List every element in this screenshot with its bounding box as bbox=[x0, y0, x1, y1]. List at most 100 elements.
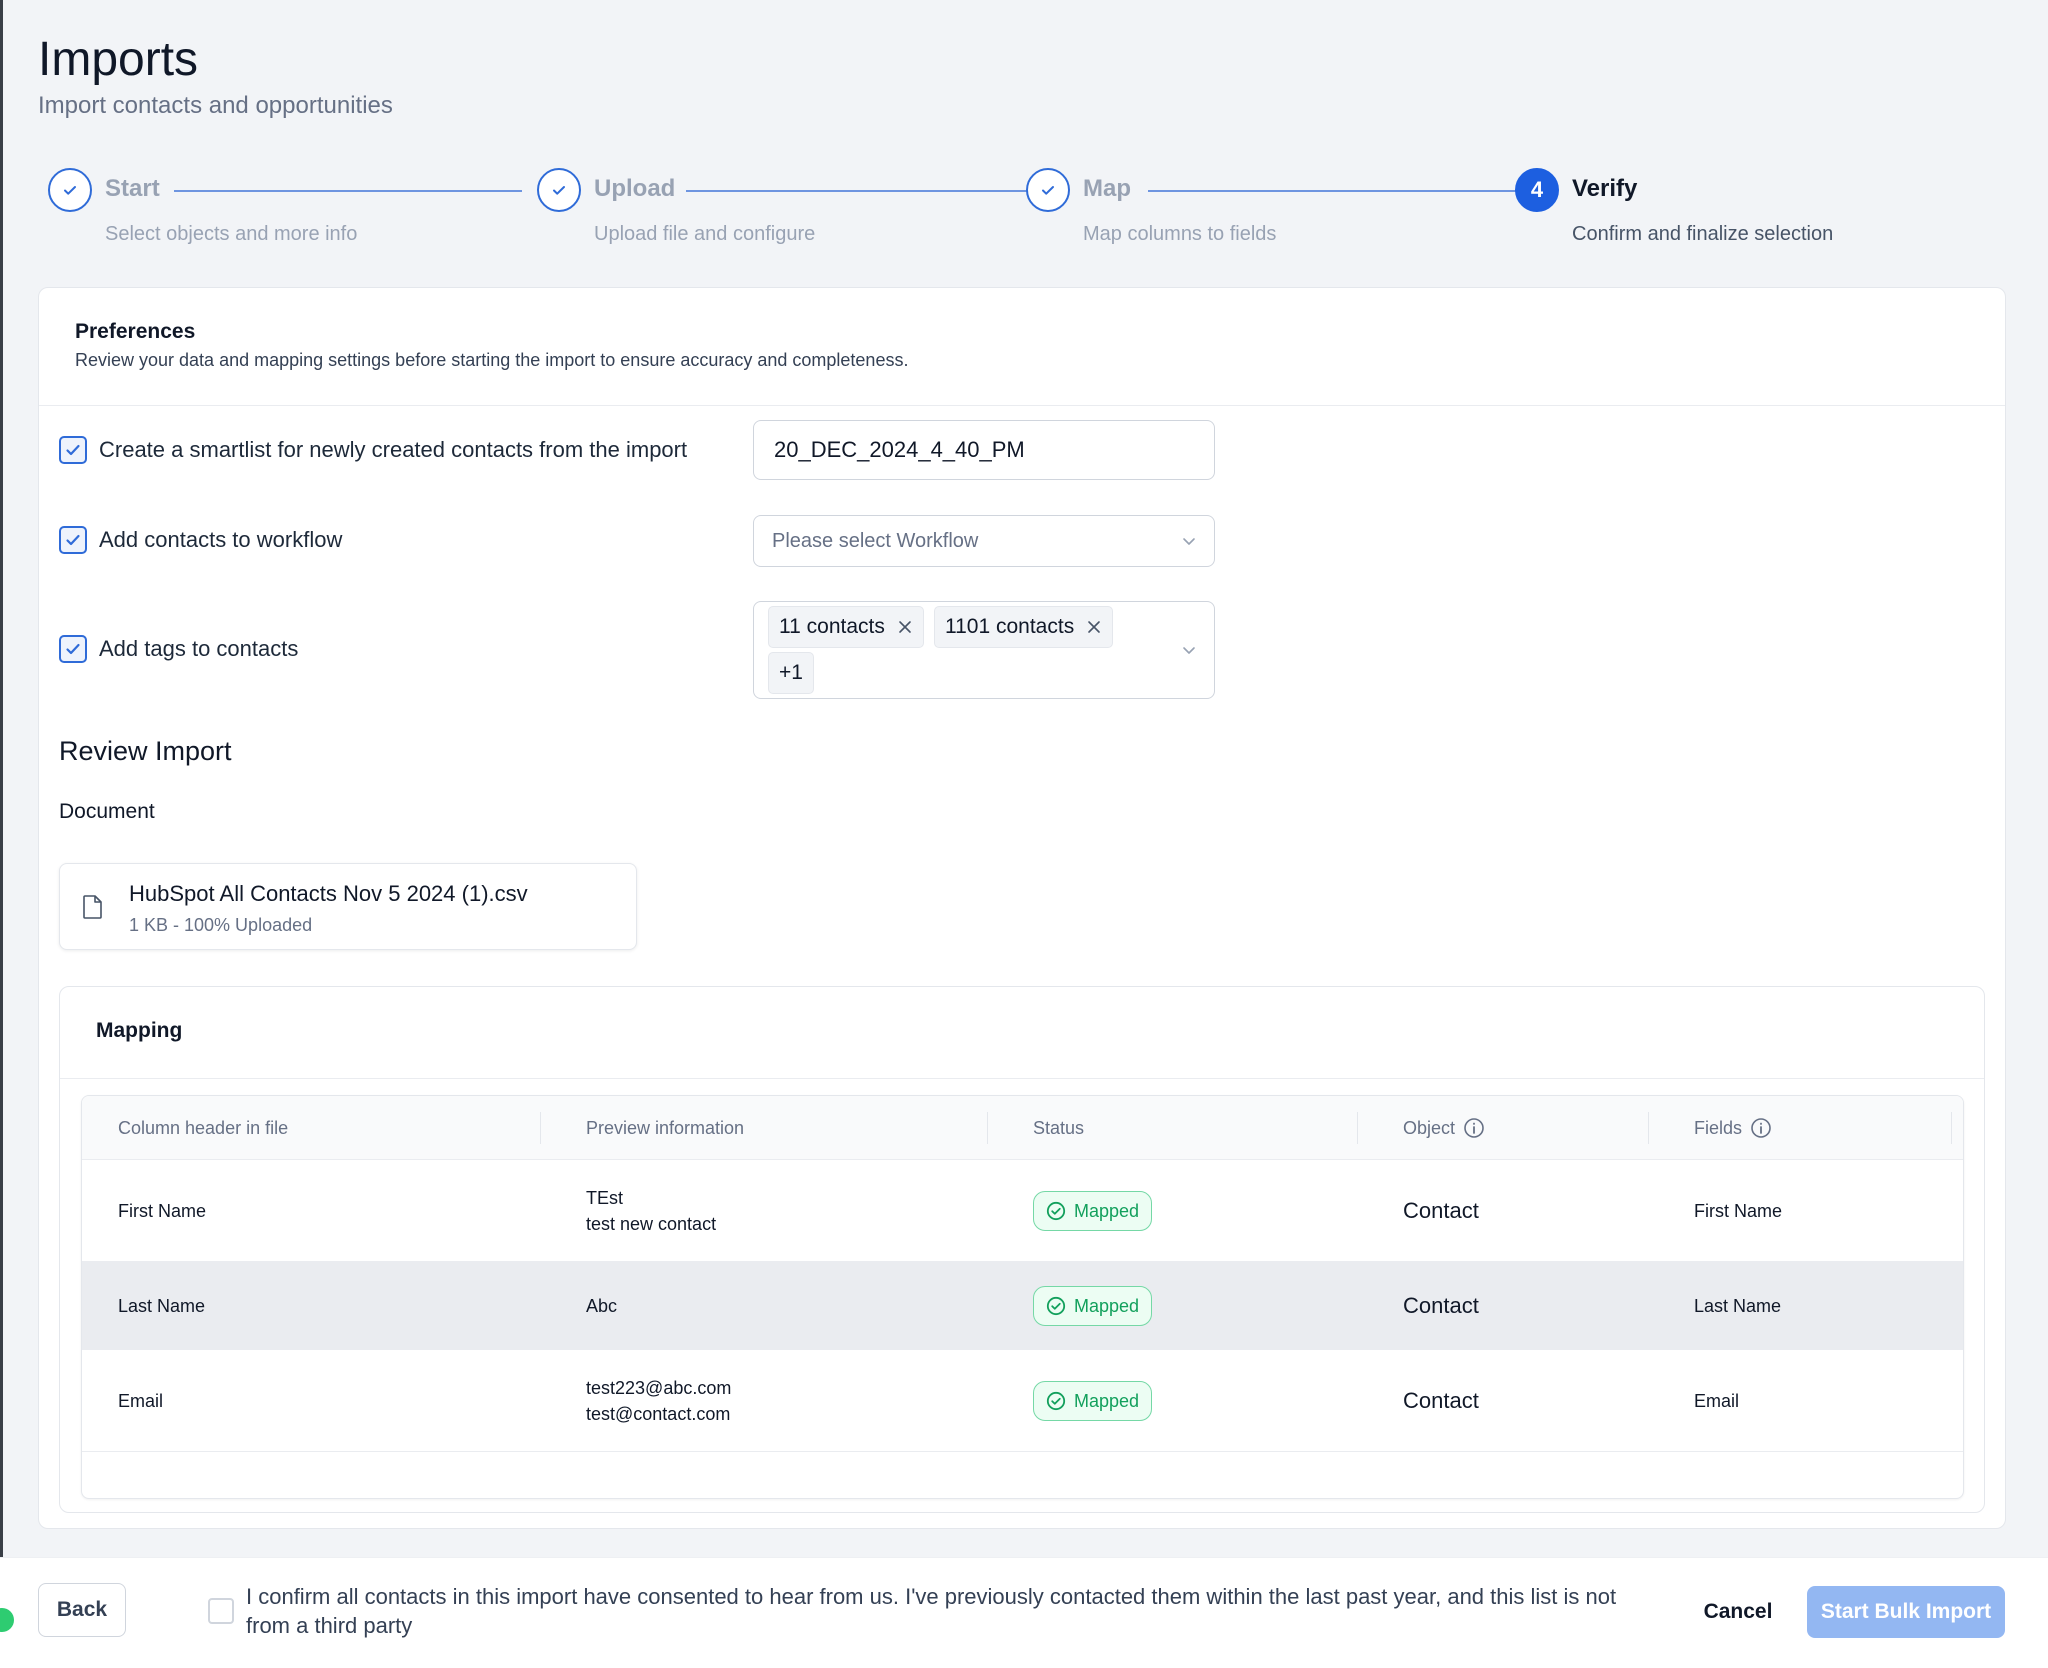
column-header-object: Object bbox=[1403, 1096, 1485, 1160]
field-cell: Last Name bbox=[1694, 1295, 1782, 1316]
check-icon bbox=[48, 168, 92, 212]
cancel-button[interactable]: Cancel bbox=[1690, 1586, 1786, 1638]
tag-label: 1101 contacts bbox=[945, 615, 1075, 638]
smartlist-label: Create a smartlist for newly created con… bbox=[99, 437, 688, 462]
column-divider bbox=[1357, 1112, 1358, 1144]
mapping-title: Mapping bbox=[96, 1019, 183, 1042]
status-cell: Mapped bbox=[1033, 1160, 1153, 1261]
status-badge: Mapped bbox=[1033, 1380, 1153, 1421]
preferences-header: Preferences Review your data and mapping… bbox=[39, 288, 2005, 406]
step-title: Start bbox=[105, 175, 160, 202]
preferences-title: Preferences bbox=[75, 320, 196, 343]
step-description: Confirm and finalize selection bbox=[1572, 223, 1834, 245]
step-connector bbox=[1148, 190, 1546, 192]
workflow-placeholder: Please select Workflow bbox=[772, 529, 979, 552]
column-divider bbox=[540, 1112, 541, 1144]
consent-text: I confirm all contacts in this import ha… bbox=[246, 1584, 1617, 1638]
step-title: Map bbox=[1083, 175, 1131, 202]
review-import-title: Review Import bbox=[59, 736, 232, 766]
page-title: Imports bbox=[38, 33, 199, 86]
table-row[interactable]: Last Name Abc Mapped Contact Last Name bbox=[82, 1262, 1963, 1350]
column-header: Column header in file bbox=[118, 1117, 289, 1138]
document-label: Document bbox=[59, 800, 155, 823]
column-divider bbox=[987, 1112, 988, 1144]
status-cell: Mapped bbox=[1033, 1350, 1153, 1451]
status-badge: Mapped bbox=[1033, 1190, 1153, 1231]
workflow-label: Add contacts to workflow bbox=[99, 527, 343, 552]
preferences-card: Preferences Review your data and mapping… bbox=[38, 287, 2006, 1529]
column-header-cell: First Name bbox=[118, 1200, 207, 1221]
mapping-header: Mapping bbox=[60, 987, 1984, 1079]
tags-multiselect[interactable]: 11 contacts 1101 contacts +1 bbox=[753, 601, 1215, 699]
column-header: Status bbox=[1033, 1117, 1085, 1138]
step-description: Upload file and configure bbox=[594, 223, 816, 245]
tag-chip: 1101 contacts bbox=[934, 606, 1114, 648]
step-description: Select objects and more info bbox=[105, 223, 358, 245]
workflow-select[interactable]: Please select Workflow bbox=[753, 515, 1215, 567]
status-badge: Mapped bbox=[1033, 1285, 1153, 1326]
footer-bar: Back I confirm all contacts in this impo… bbox=[0, 1557, 2048, 1668]
object-cell: Contact bbox=[1403, 1197, 1479, 1223]
window-edge bbox=[0, 0, 3, 1668]
column-header: Preview information bbox=[586, 1117, 745, 1138]
table-row[interactable]: First Name TEst test new contact Mapped … bbox=[82, 1160, 1963, 1262]
tags-checkbox[interactable] bbox=[59, 635, 87, 663]
step-number-badge: 4 bbox=[1515, 168, 1559, 212]
field-cell: Email bbox=[1694, 1390, 1740, 1411]
file-icon bbox=[83, 895, 102, 919]
file-name: HubSpot All Contacts Nov 5 2024 (1).csv bbox=[129, 881, 528, 906]
mapping-card: Mapping Column header in file Preview in… bbox=[59, 986, 1985, 1513]
checkmark-icon bbox=[66, 643, 80, 655]
checkmark-icon bbox=[66, 534, 80, 546]
tag-overflow-count[interactable]: +1 bbox=[768, 652, 814, 694]
chevron-down-icon bbox=[1183, 538, 1195, 545]
status-cell: Mapped bbox=[1033, 1262, 1153, 1349]
workflow-option: Add contacts to workflow bbox=[59, 520, 342, 560]
table-row[interactable]: Email test223@abc.com test@contact.com M… bbox=[82, 1350, 1963, 1452]
tags-option: Add tags to contacts bbox=[59, 629, 298, 669]
preferences-description: Review your data and mapping settings be… bbox=[75, 350, 909, 370]
field-cell: First Name bbox=[1694, 1200, 1783, 1221]
column-header-cell: Email bbox=[118, 1390, 164, 1411]
step-connector bbox=[174, 190, 522, 192]
chevron-down-icon bbox=[1183, 647, 1195, 654]
info-icon[interactable] bbox=[1750, 1117, 1772, 1139]
tag-label: 11 contacts bbox=[779, 615, 885, 638]
check-circle-icon bbox=[1046, 1296, 1066, 1315]
workflow-checkbox[interactable] bbox=[59, 526, 87, 554]
step-description: Map columns to fields bbox=[1083, 223, 1277, 245]
mapping-table: Column header in file Preview informatio… bbox=[81, 1095, 1964, 1499]
tag-chip: 11 contacts bbox=[768, 606, 924, 648]
start-bulk-import-button[interactable]: Start Bulk Import bbox=[1807, 1586, 2005, 1638]
smartlist-name-input[interactable] bbox=[753, 420, 1215, 480]
object-cell: Contact bbox=[1403, 1387, 1479, 1413]
checkmark-icon bbox=[66, 444, 80, 456]
import-stepper: Start Select objects and more info Uploa… bbox=[48, 168, 2008, 258]
table-header: Column header in file Preview informatio… bbox=[82, 1096, 1963, 1160]
info-icon[interactable] bbox=[1463, 1117, 1485, 1139]
tags-label: Add tags to contacts bbox=[99, 636, 299, 661]
preview-cell: Abc bbox=[586, 1295, 618, 1316]
column-divider bbox=[1648, 1112, 1649, 1144]
step-title: Verify bbox=[1572, 175, 1638, 202]
back-button[interactable]: Back bbox=[38, 1583, 126, 1637]
check-circle-icon bbox=[1046, 1201, 1066, 1220]
column-header-cell: Last Name bbox=[118, 1295, 206, 1316]
preview-cell: test223@abc.com test@contact.com bbox=[586, 1377, 732, 1424]
preview-cell: TEst test new contact bbox=[586, 1187, 717, 1234]
smartlist-checkbox[interactable] bbox=[59, 436, 87, 464]
check-circle-icon bbox=[1046, 1391, 1066, 1410]
close-icon[interactable] bbox=[1086, 619, 1102, 635]
uploaded-file-card: HubSpot All Contacts Nov 5 2024 (1).csv … bbox=[59, 863, 637, 950]
column-divider bbox=[1951, 1112, 1952, 1144]
step-connector bbox=[686, 190, 1058, 192]
column-header-fields: Fields bbox=[1694, 1096, 1772, 1160]
check-icon bbox=[1026, 168, 1070, 212]
close-icon[interactable] bbox=[897, 619, 913, 635]
object-cell: Contact bbox=[1403, 1292, 1479, 1318]
file-meta: 1 KB - 100% Uploaded bbox=[129, 915, 313, 935]
step-title: Upload bbox=[594, 175, 676, 202]
consent-checkbox[interactable] bbox=[208, 1598, 234, 1624]
check-icon bbox=[537, 168, 581, 212]
page-subtitle: Import contacts and opportunities bbox=[38, 92, 393, 119]
